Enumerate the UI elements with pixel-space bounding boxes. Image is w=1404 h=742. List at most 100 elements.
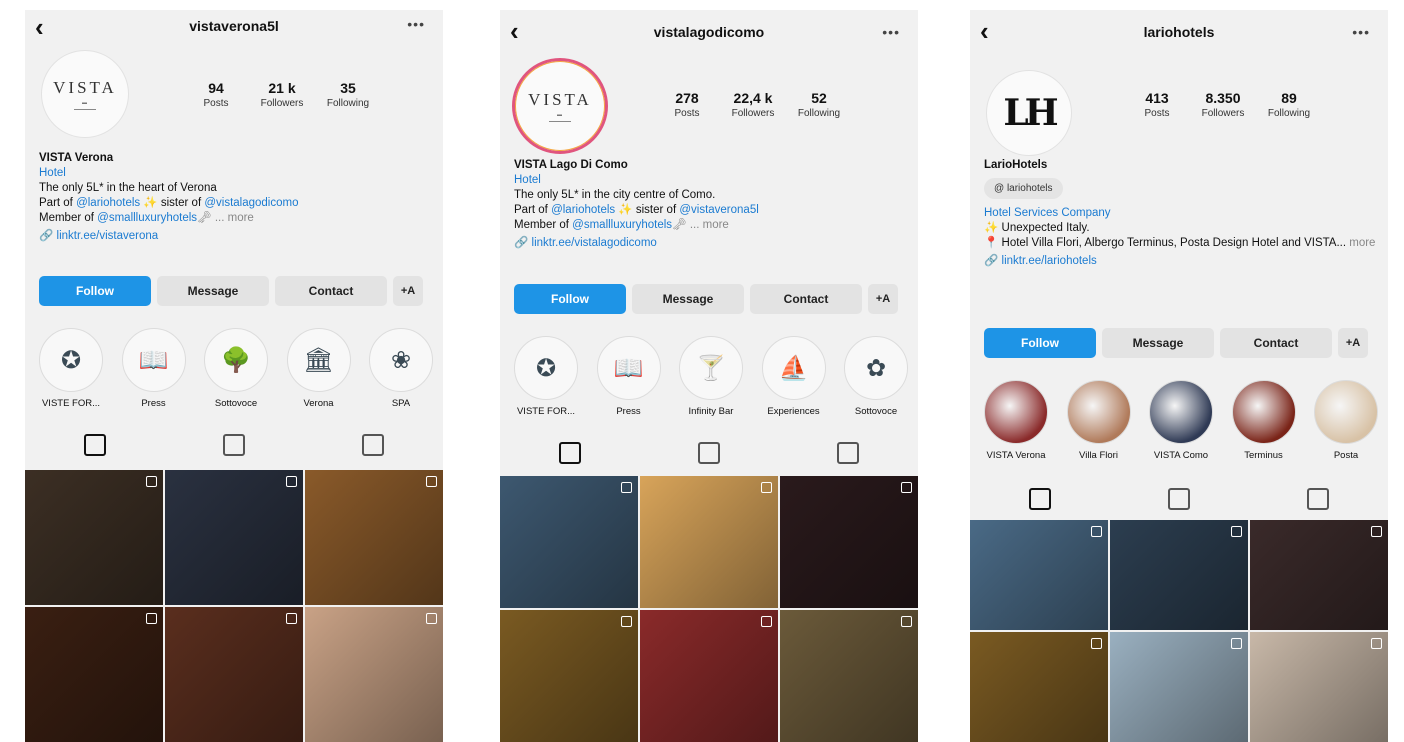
mention-link[interactable]: @smallluxuryhotels (572, 219, 672, 231)
contact-button[interactable]: Contact (275, 276, 387, 306)
post-thumbnail[interactable] (500, 476, 638, 608)
highlight-item[interactable]: ✪ VISTE FOR... (35, 328, 107, 409)
multi-photo-icon (621, 616, 632, 627)
highlight-item[interactable]: 🍸 Infinity Bar (675, 336, 747, 417)
highlight-item[interactable]: Villa Flori (1063, 380, 1135, 461)
post-thumbnail[interactable] (165, 470, 303, 605)
more-options-icon[interactable]: ••• (882, 24, 900, 40)
book-icon: 📖 (121, 328, 186, 392)
message-button[interactable]: Message (632, 284, 744, 314)
highlight-item[interactable]: 📖 Press (593, 336, 665, 417)
post-thumbnail[interactable] (1250, 520, 1388, 630)
stat-posts[interactable]: 413 Posts (1124, 90, 1190, 119)
stat-posts[interactable]: 278 Posts (654, 90, 720, 119)
follow-button[interactable]: Follow (984, 328, 1096, 358)
post-thumbnail[interactable] (640, 476, 778, 608)
profile-avatar[interactable]: VISTA ▬ (41, 50, 129, 138)
stat-posts[interactable]: 94 Posts (183, 80, 249, 109)
post-thumbnail[interactable] (970, 632, 1108, 742)
follow-button[interactable]: Follow (39, 276, 151, 306)
reels-icon[interactable] (222, 434, 245, 456)
post-thumbnail[interactable] (25, 470, 163, 605)
website-link[interactable]: 🔗 linktr.ee/vistalagodicomo (514, 236, 906, 251)
more-link[interactable]: more (1346, 237, 1375, 249)
bio-line-2: 📍 Hotel Villa Flori, Albergo Terminus, P… (984, 237, 1376, 249)
website-link[interactable]: 🔗 linktr.ee/lariohotels (984, 254, 1376, 269)
profile-stats: 413 Posts 8.350 Followers 89 Following (1124, 90, 1322, 119)
highlight-item[interactable]: 🌳 Sottovoce (200, 328, 272, 409)
highlight-item[interactable]: ✪ VISTE FOR... (510, 336, 582, 417)
post-thumbnail[interactable] (500, 610, 638, 742)
add-user-button[interactable]: +A (868, 284, 898, 314)
add-user-button[interactable]: +A (1338, 328, 1368, 358)
more-link[interactable]: 🗝 ... more (672, 219, 729, 231)
contact-button[interactable]: Contact (750, 284, 862, 314)
stat-followers[interactable]: 22,4 k Followers (720, 90, 786, 119)
book-icon: 📖 (596, 336, 661, 400)
highlight-item[interactable]: Terminus (1228, 380, 1300, 461)
profile-tabs (500, 438, 918, 468)
profile-avatar[interactable]: VISTA ▬ (512, 58, 608, 154)
multi-photo-icon (146, 476, 157, 487)
mention-link[interactable]: @lariohotels (76, 197, 140, 209)
mention-link[interactable]: @smallluxuryhotels (97, 212, 197, 224)
category-label[interactable]: Hotel (39, 166, 431, 181)
category-label[interactable]: Hotel Services Company (984, 206, 1376, 221)
profile-tabs (25, 430, 443, 460)
grid-icon[interactable] (83, 434, 106, 456)
highlight-item[interactable]: ❀ SPA (365, 328, 437, 409)
add-user-button[interactable]: +A (393, 276, 423, 306)
stat-following[interactable]: 89 Following (1256, 90, 1322, 119)
post-thumbnail[interactable] (305, 470, 443, 605)
mention-link[interactable]: @vistaverona5l (679, 204, 758, 216)
post-thumbnail[interactable] (640, 610, 778, 742)
post-thumbnail[interactable] (1110, 520, 1248, 630)
profile-avatar[interactable]: LH (986, 70, 1072, 156)
tagged-icon[interactable] (837, 442, 860, 464)
tagged-icon[interactable] (1307, 488, 1330, 510)
post-thumbnail[interactable] (970, 520, 1108, 630)
post-thumbnail[interactable] (780, 476, 918, 608)
message-button[interactable]: Message (1102, 328, 1214, 358)
post-thumbnail[interactable] (165, 607, 303, 742)
highlight-item[interactable]: 📖 Press (118, 328, 190, 409)
contact-button[interactable]: Contact (1220, 328, 1332, 358)
profile-screen-lariohotels: ‹ lariohotels ••• LH 413 Posts 8.350 Follo… (970, 10, 1388, 742)
mention-link[interactable]: @lariohotels (551, 204, 615, 216)
post-thumbnail[interactable] (1250, 632, 1388, 742)
highlight-item[interactable]: Posta (1310, 380, 1382, 461)
stat-followers[interactable]: 8.350 Followers (1190, 90, 1256, 119)
grid-icon[interactable] (558, 442, 581, 464)
highlight-item[interactable]: ⛵ Experiences (758, 336, 830, 417)
more-link[interactable]: 🗝 ... more (197, 212, 254, 224)
profile-screen-vistaverona: ‹ vistaverona5l ••• VISTA ▬ 94 Posts 21 k… (25, 10, 443, 742)
tagged-icon[interactable] (362, 434, 385, 456)
profile-screen-vistalagodicomo: ‹ vistalagodicomo ••• VISTA ▬ 278 Posts 2… (500, 10, 918, 742)
post-thumbnail[interactable] (780, 610, 918, 742)
stat-followers[interactable]: 21 k Followers (249, 80, 315, 109)
post-thumbnail[interactable] (25, 607, 163, 742)
highlight-item[interactable]: VISTA Como (1145, 380, 1217, 461)
multi-photo-icon (1091, 638, 1102, 649)
highlight-item[interactable]: 🏛 Verona (283, 328, 355, 409)
follow-button[interactable]: Follow (514, 284, 626, 314)
post-thumbnail[interactable] (1110, 632, 1248, 742)
message-button[interactable]: Message (157, 276, 269, 306)
reels-icon[interactable] (697, 442, 720, 464)
story-highlights: ✪ VISTE FOR... 📖 Press 🍸 Infinity Bar ⛵ Expe… (510, 336, 912, 417)
mention-link[interactable]: @vistalagodicomo (204, 197, 298, 209)
website-link[interactable]: 🔗 linktr.ee/vistaverona (39, 229, 431, 244)
multi-photo-icon (621, 482, 632, 493)
threads-badge[interactable]: @ lariohotels (984, 178, 1063, 199)
grid-icon[interactable] (1028, 488, 1051, 510)
more-options-icon[interactable]: ••• (407, 16, 425, 32)
highlight-item[interactable]: VISTA Verona (980, 380, 1052, 461)
highlight-item[interactable]: ✿ Sottovoce (840, 336, 912, 417)
more-options-icon[interactable]: ••• (1352, 24, 1370, 40)
reels-icon[interactable] (1167, 488, 1190, 510)
stat-following[interactable]: 35 Following (315, 80, 381, 109)
stat-following[interactable]: 52 Following (786, 90, 852, 119)
post-thumbnail[interactable] (305, 607, 443, 742)
vista-seal-icon: ✪ (514, 336, 578, 400)
category-label[interactable]: Hotel (514, 173, 906, 188)
